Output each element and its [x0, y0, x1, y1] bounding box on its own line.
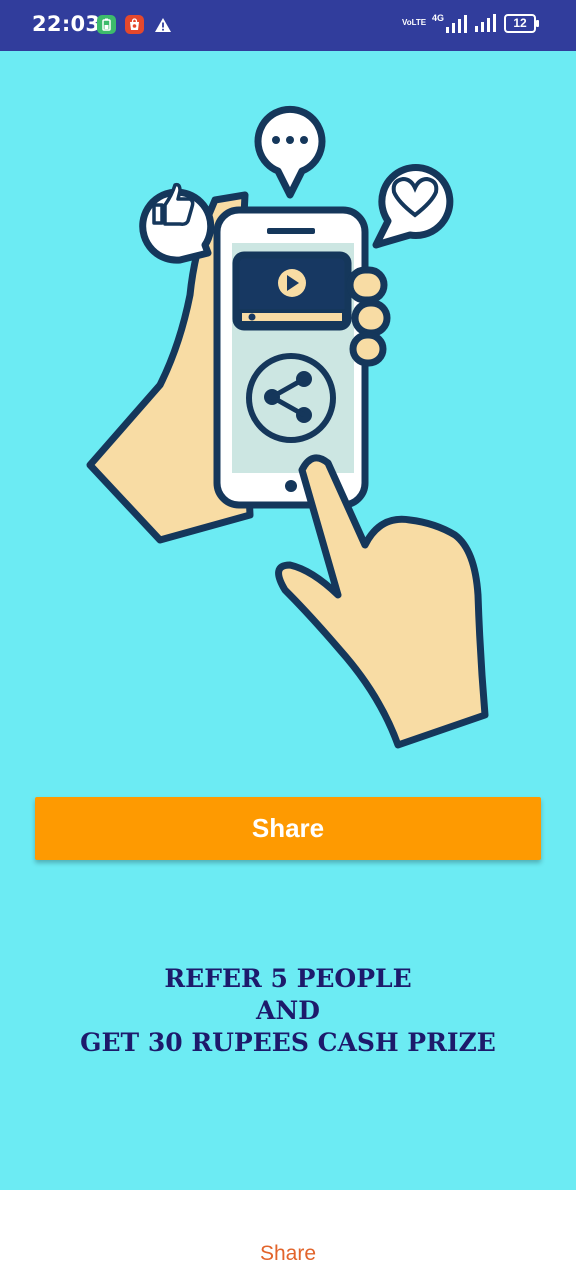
phone-sharing-illustration — [86, 105, 489, 749]
battery-level: 12 — [513, 15, 527, 30]
share-button[interactable]: Share — [35, 797, 541, 860]
status-bar: 22:03 VoLTE 4G 12 — [0, 0, 576, 51]
warning-icon — [153, 15, 172, 34]
battery-icon: 12 — [504, 13, 539, 33]
promo-line-2: AND — [256, 996, 320, 1025]
signal-icon-2 — [475, 14, 496, 32]
notification-icons — [97, 15, 172, 34]
shop-icon — [125, 15, 144, 34]
system-status: VoLTE 4G 12 — [401, 13, 539, 33]
promo-line-3: GET 30 RUPEES CASH PRIZE — [80, 1028, 496, 1057]
bottom-bar: Share — [0, 1190, 576, 1280]
status-time: 22:03 — [32, 12, 101, 36]
battery-app-icon — [97, 15, 116, 34]
promo-text: REFER 5 PEOPLE AND GET 30 RUPEES CASH PR… — [0, 963, 576, 1059]
signal-icon: 4G — [432, 13, 467, 33]
network-type: 4G — [431, 13, 444, 23]
volte-indicator: VoLTE — [401, 18, 427, 27]
promo-line-1: REFER 5 PEOPLE — [164, 964, 412, 993]
bottom-share-link[interactable]: Share — [0, 1242, 576, 1266]
